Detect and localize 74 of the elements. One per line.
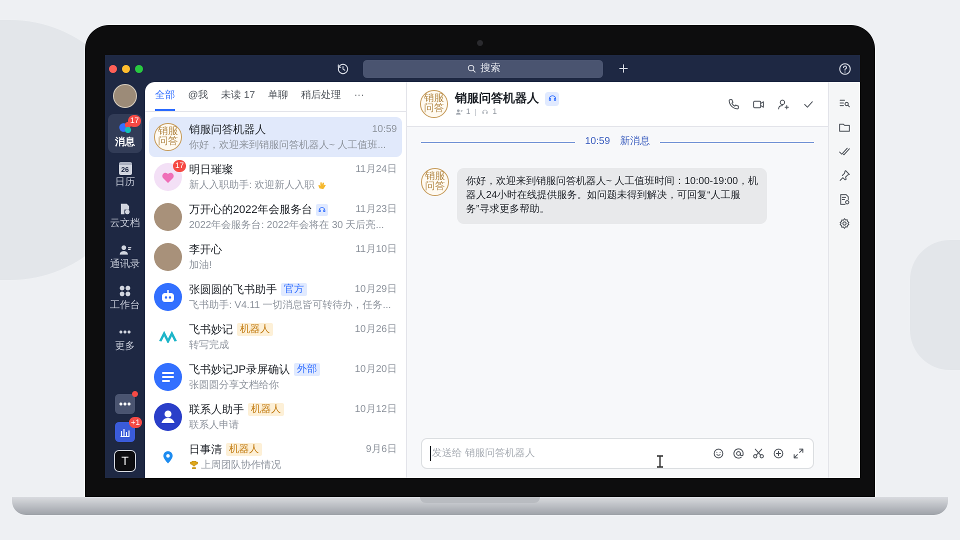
at-sign-icon[interactable] [732,447,745,460]
zoom-window-button[interactable] [135,64,143,72]
document-icon [118,202,132,216]
plus-circle-icon[interactable] [772,447,785,460]
pin-icon[interactable] [838,169,851,182]
filter-tab[interactable]: 全部 [155,85,175,111]
nav-item[interactable]: 更多 [108,319,142,358]
tag-label: 机器人 [237,323,273,336]
robot-avatar-icon [154,283,182,311]
message-input[interactable]: 发送给 销服问答机器人 [430,446,705,461]
document-gear-icon[interactable] [838,193,851,206]
wave-logo-icon [159,331,177,343]
tag-label: 机器人 [226,443,262,456]
bar-chart-icon [119,426,131,438]
phone-icon[interactable] [727,98,740,110]
minimize-window-button[interactable] [122,64,130,72]
tag-label: 外部 [294,363,320,376]
conversation-item[interactable]: 联系人助手 机器人 10月12日 联系人申请 [149,397,402,437]
nav-item[interactable]: 通讯录 [108,237,142,276]
add-person-icon[interactable] [777,98,790,110]
search-icon [466,63,476,74]
count-badge: +1 [128,417,142,428]
heart-avatar-icon [154,163,182,191]
filter-tab[interactable]: 稍后处理 [301,85,342,111]
filter-tab[interactable]: ··· [354,85,364,111]
history-icon[interactable] [336,62,350,76]
location-pin-icon [161,448,175,466]
tag-label: 机器人 [248,403,284,416]
avatar-photo[interactable] [113,84,137,108]
filter-tab[interactable]: 未读 17 [221,85,256,111]
conversation-item[interactable]: 万开心的2022年会服务台 11月23日 2022年会服务台: 2022年会将在 30 天后亮... [149,197,402,237]
document-avatar-icon [154,363,182,391]
scissors-icon[interactable] [752,447,765,460]
text-cursor-icon [656,455,664,468]
message-composer[interactable]: 发送给 销服问答机器人 [421,438,814,469]
close-window-button[interactable] [109,64,117,72]
search-field[interactable]: 搜索 [363,60,603,78]
conversation-item[interactable]: 飞书妙记 机器人 10月26日 转写完成 [149,317,402,357]
app-shortcut-button[interactable]: T [114,450,136,472]
expand-icon[interactable] [792,447,805,460]
more-apps-button[interactable] [115,394,135,414]
avatar-label: 销服问答 [154,123,182,151]
message-bubble: 你好，欢迎来到销服问答机器人~ 人工值班时间：10:00-19:00，机器人24小时在线提供服务。如问题未得到解决，可回复“人工服务”寻求更多帮助。 [457,168,767,224]
grid-icon [118,284,132,298]
conversation-item[interactable]: 李开心 11月10日 加油! [149,237,402,277]
filter-tab[interactable]: @我 [188,85,208,111]
avatar-photo [154,203,182,231]
conversation-item[interactable]: 日事清 机器人 9月6日 上周团队协作情况 [149,437,402,477]
tag-label: 官方 [281,283,307,296]
avatar-label: 销服问答 [421,168,449,196]
nav-item[interactable]: 工作台 [108,278,142,317]
chat-bubbles-icon [118,120,132,134]
conversation-item[interactable]: 销服问答 销服问答机器人 10:59 你好，欢迎来到销服问答机器人~ 人工值班... [149,117,402,157]
headset-icon [481,108,490,116]
person-icon [455,108,463,116]
conversation-item[interactable]: 张圆圆的飞书助手 官方 10月29日 飞书助手: V4.11 一切消息皆可转待办，任务... [149,277,402,317]
person-icon [118,243,132,257]
count-badge: 17 [128,115,141,127]
settings-icon[interactable] [838,217,851,230]
count-badge: 17 [173,160,186,172]
conversation-item[interactable]: 17 明日璀璨 11月24日 新人入职助手: 欢迎新人入职 [149,157,402,197]
nav-item[interactable]: 云文档 [108,196,142,235]
person-avatar-icon [154,403,182,431]
double-check-icon[interactable] [838,145,851,158]
plus-icon[interactable] [617,62,630,75]
help-icon[interactable] [838,62,852,76]
avatar-label: 销服问答 [420,90,448,118]
filter-tab[interactable]: 单聊 [268,85,288,111]
nav-item[interactable]: 消息 17 [108,114,142,153]
folder-icon[interactable] [838,121,851,134]
conversation-item[interactable]: 飞书妙记JP录屏确认 外部 10月20日 张圆圆分享文档给你 [149,357,402,397]
list-search-icon[interactable] [838,97,851,110]
avatar-photo [154,243,182,271]
emoji-icon[interactable] [712,447,725,460]
